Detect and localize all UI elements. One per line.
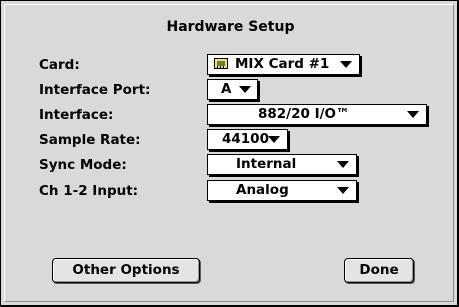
card-icon	[214, 58, 228, 69]
sync-mode-value: Internal	[236, 156, 297, 172]
sample-rate-popup[interactable]: 44100	[207, 129, 288, 150]
interface-port-popup[interactable]: A	[207, 79, 258, 100]
interface-port-value: A	[221, 81, 232, 97]
chevron-down-icon	[337, 161, 349, 168]
chevron-down-icon	[239, 86, 251, 93]
interface-port-label: Interface Port:	[39, 82, 151, 98]
hardware-setup-dialog: Hardware Setup Card: MIX Card #1 Interfa…	[0, 0, 459, 307]
chevron-down-icon	[337, 187, 349, 194]
dialog-title: Hardware Setup	[166, 19, 295, 35]
chevron-down-icon	[340, 61, 352, 68]
done-button[interactable]: Done	[344, 258, 414, 283]
sample-rate-label: Sample Rate:	[39, 132, 141, 148]
sample-rate-value: 44100	[222, 131, 269, 147]
ch12-input-value: Analog	[236, 182, 289, 198]
sync-mode-popup[interactable]: Internal	[207, 154, 357, 175]
chevron-down-icon	[268, 136, 280, 143]
other-options-button[interactable]: Other Options	[52, 258, 200, 283]
ch12-input-label: Ch 1-2 Input:	[39, 183, 139, 199]
card-label: Card:	[39, 57, 80, 73]
interface-popup[interactable]: 882/20 I/O™	[207, 104, 427, 125]
ch12-input-popup[interactable]: Analog	[207, 180, 357, 201]
chevron-down-icon	[407, 111, 419, 118]
sync-mode-label: Sync Mode:	[39, 157, 127, 173]
card-popup[interactable]: MIX Card #1	[207, 54, 360, 75]
interface-label: Interface:	[39, 107, 114, 123]
card-value: MIX Card #1	[235, 56, 330, 72]
interface-value: 882/20 I/O™	[258, 106, 350, 122]
